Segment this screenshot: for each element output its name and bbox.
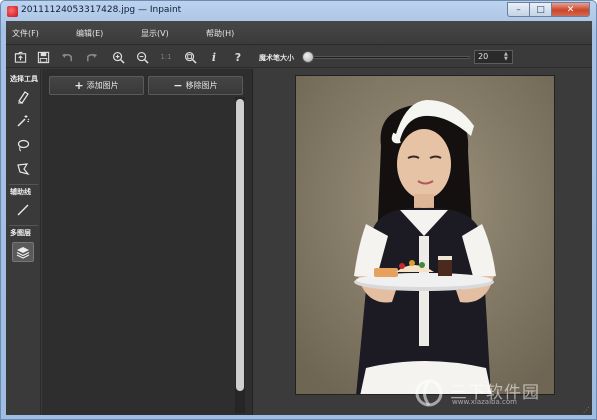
save-icon[interactable] (35, 49, 51, 65)
zoom-in-icon[interactable] (110, 49, 126, 65)
maximize-button[interactable]: □ (530, 2, 552, 17)
spin-arrows[interactable]: ▲ ▼ (504, 52, 511, 62)
watermark-logo (415, 379, 443, 407)
lasso-icon[interactable] (12, 135, 34, 155)
magic-wand-icon[interactable] (12, 111, 34, 131)
menu-file[interactable]: 文件(F) (12, 28, 39, 39)
toolbar: 1:1 i ? 魔术笔大小 20 ▲ ▼ (6, 46, 592, 68)
photo[interactable] (295, 75, 555, 395)
undo-icon[interactable] (59, 49, 75, 65)
minus-icon: − (173, 79, 183, 92)
canvas-area[interactable] (254, 69, 592, 415)
image-list-panel: + 添加图片 − 移除图片 (42, 69, 253, 415)
menu-help[interactable]: 帮助(H) (206, 28, 234, 39)
brush-size-value: 20 (478, 52, 489, 61)
select-tools-label: 选择工具 (10, 75, 38, 83)
image-list-scrollbar[interactable] (235, 97, 245, 413)
app-client: 文件(F) 编辑(E) 显示(V) 帮助(H) 1:1 i ? 魔术笔大小 20… (6, 21, 592, 415)
minimize-button[interactable]: – (507, 2, 530, 17)
brush-size-slider[interactable] (303, 56, 470, 59)
marker-icon[interactable] (12, 87, 34, 107)
slider-thumb[interactable] (302, 51, 314, 63)
menu-edit[interactable]: 编辑(E) (76, 28, 103, 39)
photo-illustration (296, 76, 554, 394)
window-title: 20111124053317428.jpg — Inpaint (21, 5, 182, 15)
scrollbar-thumb[interactable] (236, 99, 244, 391)
watermark-url: www.xiazaiba.com (452, 398, 517, 406)
add-image-label: 添加图片 (86, 81, 119, 90)
magic-wand-size-label: 魔术笔大小 (259, 54, 294, 62)
guide-tools-label: 辅助线 (10, 188, 31, 196)
tools-sidebar: 选择工具 辅助线 多图层 (6, 69, 41, 415)
divider (9, 184, 38, 185)
zoom-out-icon[interactable] (134, 49, 150, 65)
help-icon[interactable]: ? (230, 49, 246, 65)
divider (9, 225, 38, 226)
open-icon[interactable] (12, 49, 28, 65)
app-icon (7, 6, 18, 17)
remove-image-label: 移除图片 (185, 81, 218, 90)
polygon-lasso-icon[interactable] (12, 159, 34, 179)
plus-icon: + (74, 79, 84, 92)
brush-size-spinbox[interactable]: 20 ▲ ▼ (474, 50, 513, 64)
menu-view[interactable]: 显示(V) (141, 28, 169, 39)
redo-icon[interactable] (83, 49, 99, 65)
window-controls: – □ ✕ (507, 2, 590, 17)
app-window: 20111124053317428.jpg — Inpaint – □ ✕ 文件… (0, 0, 597, 420)
spin-down-icon[interactable]: ▼ (504, 57, 511, 62)
title-bar[interactable]: 20111124053317428.jpg — Inpaint – □ ✕ (1, 1, 596, 21)
fit-icon[interactable] (182, 49, 198, 65)
actual-size-icon[interactable]: 1:1 (158, 49, 174, 65)
multi-layer-label: 多图层 (10, 229, 31, 237)
add-image-button[interactable]: + 添加图片 (49, 76, 144, 95)
close-button[interactable]: ✕ (552, 2, 590, 17)
resize-grip-icon[interactable]: ⋰ (583, 406, 590, 414)
menu-bar: 文件(F) 编辑(E) 显示(V) 帮助(H) (6, 21, 592, 45)
guide-line-icon[interactable] (12, 200, 34, 220)
layers-icon[interactable] (12, 242, 34, 262)
remove-image-button[interactable]: − 移除图片 (148, 76, 243, 95)
info-icon[interactable]: i (206, 49, 222, 65)
